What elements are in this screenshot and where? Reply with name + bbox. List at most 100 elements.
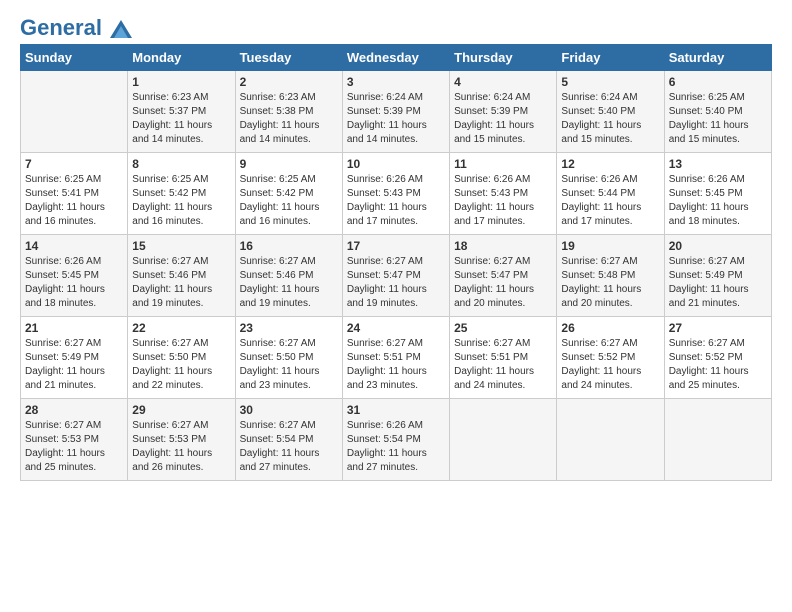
calendar-cell: 19 Sunrise: 6:27 AM Sunset: 5:48 PM Dayli… (557, 235, 664, 317)
day-number: 7 (25, 157, 123, 171)
day-info: Sunrise: 6:23 AM Sunset: 5:37 PM Dayligh… (132, 91, 230, 147)
day-number: 5 (561, 75, 659, 89)
week-row-3: 21 Sunrise: 6:27 AM Sunset: 5:49 PM Dayli… (21, 317, 772, 399)
day-info: Sunrise: 6:24 AM Sunset: 5:39 PM Dayligh… (347, 91, 445, 147)
week-row-2: 14 Sunrise: 6:26 AM Sunset: 5:45 PM Dayli… (21, 235, 772, 317)
day-number: 26 (561, 321, 659, 335)
calendar-cell: 12 Sunrise: 6:26 AM Sunset: 5:44 PM Dayli… (557, 153, 664, 235)
calendar-cell: 23 Sunrise: 6:27 AM Sunset: 5:50 PM Dayli… (235, 317, 342, 399)
day-header-friday: Friday (557, 45, 664, 71)
calendar-cell: 7 Sunrise: 6:25 AM Sunset: 5:41 PM Daylig… (21, 153, 128, 235)
day-number: 2 (240, 75, 338, 89)
day-info: Sunrise: 6:27 AM Sunset: 5:52 PM Dayligh… (669, 337, 767, 393)
calendar-cell (21, 71, 128, 153)
calendar-cell: 8Sunrise: 6:25 AM Sunset: 5:42 PM Daylig… (128, 153, 235, 235)
day-number: 17 (347, 239, 445, 253)
day-number: 10 (347, 157, 445, 171)
calendar-cell: 15Sunrise: 6:27 AM Sunset: 5:46 PM Dayli… (128, 235, 235, 317)
day-number: 9 (240, 157, 338, 171)
day-number: 3 (347, 75, 445, 89)
day-info: Sunrise: 6:27 AM Sunset: 5:51 PM Dayligh… (454, 337, 552, 393)
header-row: SundayMondayTuesdayWednesdayThursdayFrid… (21, 45, 772, 71)
calendar-cell: 6Sunrise: 6:25 AM Sunset: 5:40 PM Daylig… (664, 71, 771, 153)
day-number: 27 (669, 321, 767, 335)
day-number: 22 (132, 321, 230, 335)
day-number: 23 (240, 321, 338, 335)
calendar-cell: 2 Sunrise: 6:23 AM Sunset: 5:38 PM Daylig… (235, 71, 342, 153)
calendar-cell: 30Sunrise: 6:27 AM Sunset: 5:54 PM Dayli… (235, 399, 342, 481)
calendar-cell: 22 Sunrise: 6:27 AM Sunset: 5:50 PM Dayli… (128, 317, 235, 399)
logo-text: General (20, 16, 132, 40)
day-number: 20 (669, 239, 767, 253)
day-info: Sunrise: 6:27 AM Sunset: 5:47 PM Dayligh… (454, 255, 552, 311)
day-info: Sunrise: 6:27 AM Sunset: 5:53 PM Dayligh… (25, 419, 123, 475)
calendar-cell (664, 399, 771, 481)
calendar-cell: 9 Sunrise: 6:25 AM Sunset: 5:42 PM Daylig… (235, 153, 342, 235)
day-number: 15 (132, 239, 230, 253)
calendar-cell: 28Sunrise: 6:27 AM Sunset: 5:53 PM Dayli… (21, 399, 128, 481)
logo-icon (110, 20, 132, 38)
calendar-cell: 13 Sunrise: 6:26 AM Sunset: 5:45 PM Dayli… (664, 153, 771, 235)
day-info: Sunrise: 6:25 AM Sunset: 5:42 PM Dayligh… (240, 173, 338, 229)
header: General (20, 16, 772, 36)
day-info: Sunrise: 6:27 AM Sunset: 5:52 PM Dayligh… (561, 337, 659, 393)
logo: General (20, 16, 132, 36)
day-number: 25 (454, 321, 552, 335)
calendar-cell: 14 Sunrise: 6:26 AM Sunset: 5:45 PM Dayli… (21, 235, 128, 317)
day-info: Sunrise: 6:27 AM Sunset: 5:48 PM Dayligh… (561, 255, 659, 311)
day-number: 18 (454, 239, 552, 253)
day-info: Sunrise: 6:27 AM Sunset: 5:50 PM Dayligh… (132, 337, 230, 393)
day-header-monday: Monday (128, 45, 235, 71)
day-number: 21 (25, 321, 123, 335)
day-info: Sunrise: 6:26 AM Sunset: 5:44 PM Dayligh… (561, 173, 659, 229)
calendar-cell (450, 399, 557, 481)
day-number: 4 (454, 75, 552, 89)
calendar-cell: 21 Sunrise: 6:27 AM Sunset: 5:49 PM Dayli… (21, 317, 128, 399)
day-info: Sunrise: 6:27 AM Sunset: 5:47 PM Dayligh… (347, 255, 445, 311)
day-info: Sunrise: 6:25 AM Sunset: 5:41 PM Dayligh… (25, 173, 123, 229)
day-number: 16 (240, 239, 338, 253)
day-info: Sunrise: 6:27 AM Sunset: 5:49 PM Dayligh… (669, 255, 767, 311)
day-info: Sunrise: 6:27 AM Sunset: 5:49 PM Dayligh… (25, 337, 123, 393)
calendar-cell: 24Sunrise: 6:27 AM Sunset: 5:51 PM Dayli… (342, 317, 449, 399)
day-number: 31 (347, 403, 445, 417)
calendar-cell: 17 Sunrise: 6:27 AM Sunset: 5:47 PM Dayli… (342, 235, 449, 317)
day-number: 29 (132, 403, 230, 417)
page: General SundayMondayTuesdayWednesd (0, 0, 792, 491)
calendar-cell: 5Sunrise: 6:24 AM Sunset: 5:40 PM Daylig… (557, 71, 664, 153)
calendar-cell: 1Sunrise: 6:23 AM Sunset: 5:37 PM Daylig… (128, 71, 235, 153)
calendar-cell: 3 Sunrise: 6:24 AM Sunset: 5:39 PM Daylig… (342, 71, 449, 153)
day-info: Sunrise: 6:26 AM Sunset: 5:45 PM Dayligh… (669, 173, 767, 229)
calendar-cell: 4 Sunrise: 6:24 AM Sunset: 5:39 PM Daylig… (450, 71, 557, 153)
day-number: 13 (669, 157, 767, 171)
week-row-4: 28Sunrise: 6:27 AM Sunset: 5:53 PM Dayli… (21, 399, 772, 481)
day-info: Sunrise: 6:26 AM Sunset: 5:43 PM Dayligh… (454, 173, 552, 229)
day-info: Sunrise: 6:24 AM Sunset: 5:39 PM Dayligh… (454, 91, 552, 147)
calendar-table: SundayMondayTuesdayWednesdayThursdayFrid… (20, 44, 772, 481)
calendar-cell: 29Sunrise: 6:27 AM Sunset: 5:53 PM Dayli… (128, 399, 235, 481)
day-info: Sunrise: 6:27 AM Sunset: 5:51 PM Dayligh… (347, 337, 445, 393)
day-header-tuesday: Tuesday (235, 45, 342, 71)
calendar-cell: 20 Sunrise: 6:27 AM Sunset: 5:49 PM Dayli… (664, 235, 771, 317)
week-row-1: 7 Sunrise: 6:25 AM Sunset: 5:41 PM Daylig… (21, 153, 772, 235)
day-header-saturday: Saturday (664, 45, 771, 71)
day-number: 14 (25, 239, 123, 253)
day-info: Sunrise: 6:27 AM Sunset: 5:50 PM Dayligh… (240, 337, 338, 393)
calendar-cell: 11 Sunrise: 6:26 AM Sunset: 5:43 PM Dayli… (450, 153, 557, 235)
calendar-cell: 18 Sunrise: 6:27 AM Sunset: 5:47 PM Dayli… (450, 235, 557, 317)
day-header-sunday: Sunday (21, 45, 128, 71)
day-info: Sunrise: 6:23 AM Sunset: 5:38 PM Dayligh… (240, 91, 338, 147)
day-info: Sunrise: 6:25 AM Sunset: 5:40 PM Dayligh… (669, 91, 767, 147)
calendar-cell (557, 399, 664, 481)
day-info: Sunrise: 6:25 AM Sunset: 5:42 PM Dayligh… (132, 173, 230, 229)
week-row-0: 1Sunrise: 6:23 AM Sunset: 5:37 PM Daylig… (21, 71, 772, 153)
day-number: 11 (454, 157, 552, 171)
day-number: 19 (561, 239, 659, 253)
day-header-thursday: Thursday (450, 45, 557, 71)
day-number: 12 (561, 157, 659, 171)
calendar-cell: 10Sunrise: 6:26 AM Sunset: 5:43 PM Dayli… (342, 153, 449, 235)
day-info: Sunrise: 6:26 AM Sunset: 5:45 PM Dayligh… (25, 255, 123, 311)
calendar-cell: 16Sunrise: 6:27 AM Sunset: 5:46 PM Dayli… (235, 235, 342, 317)
calendar-cell: 25 Sunrise: 6:27 AM Sunset: 5:51 PM Dayli… (450, 317, 557, 399)
calendar-cell: 26 Sunrise: 6:27 AM Sunset: 5:52 PM Dayli… (557, 317, 664, 399)
